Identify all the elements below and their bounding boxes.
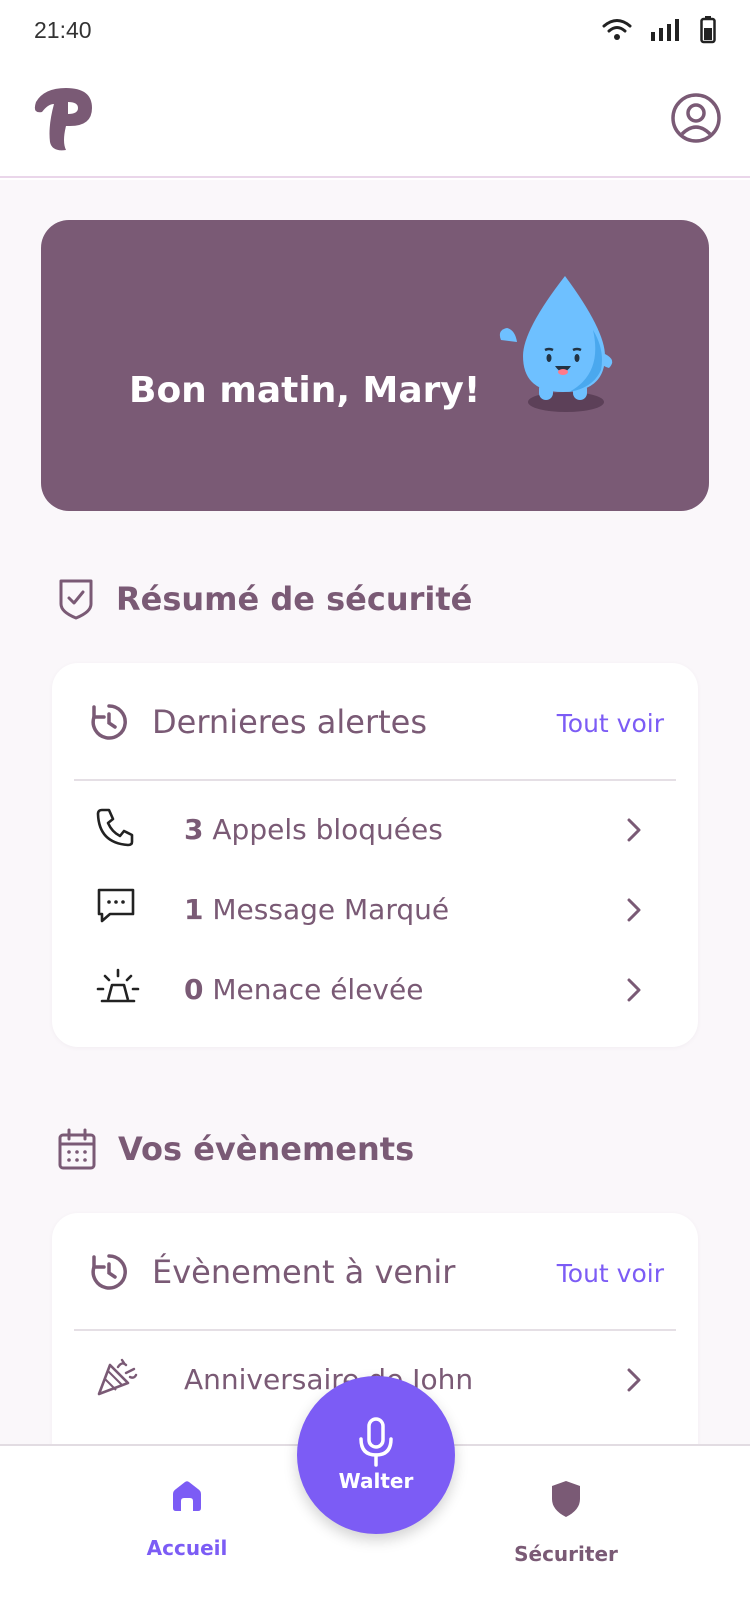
alert-threats-count: 0 [184, 973, 204, 1006]
chevron-right-icon [627, 818, 641, 842]
security-section-title: Résumé de sécurité [58, 578, 472, 620]
status-icons [602, 16, 716, 44]
greeting-text: Bon matin, Mary! [129, 370, 481, 411]
alert-messages-label: Message Marqué [212, 893, 450, 926]
walter-label: Walter [338, 1469, 414, 1493]
alert-messages-count: 1 [184, 893, 204, 926]
message-icon [97, 888, 135, 923]
shield-icon [552, 1481, 580, 1517]
alert-calls-text: 3 Appels bloquées [184, 813, 443, 846]
status-time: 21:40 [34, 16, 92, 43]
app-header [0, 60, 750, 178]
profile-icon[interactable] [670, 92, 722, 144]
events-card-header: Évènement à venir Tout voir [74, 1213, 676, 1331]
alert-calls-count: 3 [184, 813, 204, 846]
nav-home[interactable]: Accueil [107, 1480, 267, 1560]
events-card-title: Évènement à venir [152, 1253, 456, 1291]
events-see-all-link[interactable]: Tout voir [557, 1259, 664, 1288]
alerts-card-header: Dernieres alertes Tout voir [74, 663, 676, 781]
greeting-card: Bon matin, Mary! [41, 220, 709, 511]
events-section-title: Vos évènements [58, 1128, 414, 1170]
nav-home-label: Accueil [146, 1536, 228, 1560]
microphone-icon [359, 1417, 393, 1467]
alert-row-messages[interactable]: 1 Message Marqué [52, 869, 698, 949]
alerts-see-all-link[interactable]: Tout voir [557, 709, 664, 738]
chevron-right-icon [627, 898, 641, 922]
signal-icon [651, 19, 679, 41]
alert-row-threats[interactable]: 0 Menace élevée [52, 949, 698, 1029]
home-content[interactable]: Bon matin, Mary! Résumé de sécurité Dern… [0, 180, 750, 1473]
shield-check-icon [59, 579, 93, 620]
events-title: Vos évènements [118, 1130, 415, 1168]
alert-calls-label: Appels bloquées [212, 813, 443, 846]
alerts-card-title: Dernieres alertes [152, 703, 428, 741]
wifi-icon [602, 19, 632, 40]
security-title: Résumé de sécurité [116, 580, 473, 618]
alarm-siren-icon [96, 968, 140, 1003]
home-icon [173, 1481, 201, 1511]
history-icon [91, 704, 127, 740]
nav-security-label: Sécuriter [514, 1542, 618, 1566]
chevron-right-icon [627, 1368, 641, 1392]
alert-threats-label: Menace élevée [212, 973, 424, 1006]
alert-threats-text: 0 Menace élevée [184, 973, 423, 1006]
status-bar: 21:40 [0, 0, 750, 60]
alerts-card: Dernieres alertes Tout voir 3 Appels blo… [52, 663, 698, 1047]
chevron-right-icon [627, 978, 641, 1002]
alert-messages-text: 1 Message Marqué [184, 893, 449, 926]
alert-row-calls[interactable]: 3 Appels bloquées [52, 789, 698, 869]
nav-security[interactable]: Sécuriter [486, 1480, 646, 1566]
walter-voice-button[interactable]: Walter [297, 1376, 455, 1534]
water-drop-mascot [499, 276, 613, 412]
phone-icon [96, 808, 134, 847]
calendar-icon [58, 1128, 96, 1170]
party-popper-icon [97, 1358, 138, 1396]
app-logo[interactable] [30, 84, 96, 154]
history-icon [91, 1254, 127, 1290]
battery-icon [700, 16, 716, 44]
